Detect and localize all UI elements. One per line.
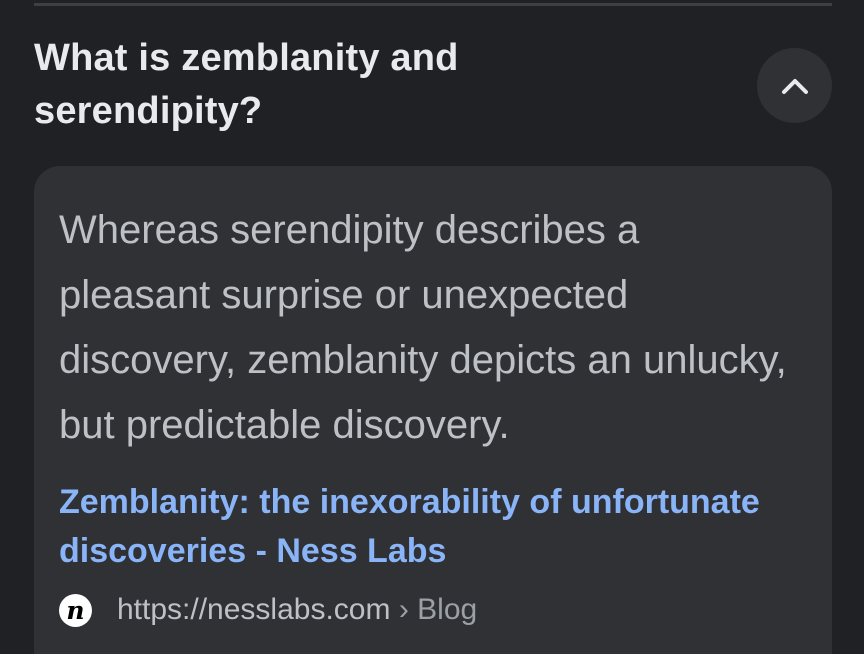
top-divider (34, 3, 832, 6)
chevron-up-icon (780, 76, 810, 96)
source-title-link[interactable]: Zemblanity: the inexorability of unfortu… (59, 478, 799, 576)
collapse-toggle-button[interactable] (757, 48, 832, 123)
answer-text: Whereas serendipity describes a pleasant… (59, 208, 787, 447)
ness-labs-favicon-icon: n (59, 593, 92, 627)
breadcrumb-separator: › (398, 593, 409, 626)
faq-page: What is zemblanity and serendipity? Wher… (0, 0, 864, 654)
source-url: https://nesslabs.com › Blog (117, 590, 477, 630)
source-domain: https://nesslabs.com (117, 593, 391, 626)
breadcrumb-item: Blog (417, 593, 478, 626)
faq-question[interactable]: What is zemblanity and serendipity? (34, 32, 674, 138)
answer-card: Whereas serendipity describes a pleasant… (34, 166, 832, 654)
source-line[interactable]: n https://nesslabs.com › Blog (59, 590, 477, 630)
